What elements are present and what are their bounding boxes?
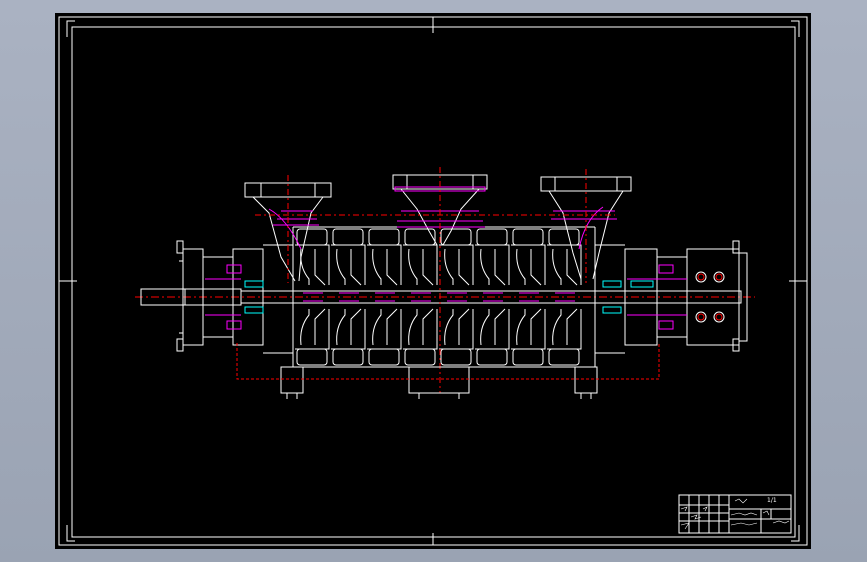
pump-assembly-drawing bbox=[58, 16, 808, 546]
stage-ring-bottom-6 bbox=[512, 348, 544, 366]
stage-upper-7 bbox=[547, 244, 582, 286]
stage-lower-3 bbox=[403, 308, 438, 350]
stage-ring-top-0 bbox=[296, 228, 328, 246]
stage-upper-1 bbox=[331, 244, 366, 286]
stage-lower-0 bbox=[295, 308, 330, 350]
stage-ring-top-4 bbox=[440, 228, 472, 246]
cad-viewport[interactable]: 1/1 bbox=[0, 0, 867, 562]
stage-ring-bottom-7 bbox=[548, 348, 580, 366]
stage-upper-5 bbox=[475, 244, 510, 286]
stage-ring-bottom-3 bbox=[404, 348, 436, 366]
stage-upper-2 bbox=[367, 244, 402, 286]
corner-trim-marks bbox=[66, 20, 800, 542]
stage-upper-3 bbox=[403, 244, 438, 286]
stage-ring-bottom-5 bbox=[476, 348, 508, 366]
stage-ring-top-2 bbox=[368, 228, 400, 246]
middle-nozzle-magenta bbox=[394, 186, 486, 228]
stage-ring-bottom-2 bbox=[368, 348, 400, 366]
drawing-sheet: 1/1 bbox=[55, 13, 811, 549]
stage-lower-2 bbox=[367, 308, 402, 350]
center-marks bbox=[59, 17, 807, 545]
stage-ring-top-7 bbox=[548, 228, 580, 246]
stage-ring-bottom-1 bbox=[332, 348, 364, 366]
support-feet bbox=[280, 366, 598, 399]
stage-lower-7 bbox=[547, 308, 582, 350]
stage-lower-6 bbox=[511, 308, 546, 350]
stage-upper-4 bbox=[439, 244, 474, 286]
balance-line bbox=[236, 343, 660, 380]
stage-ring-bottom-0 bbox=[296, 348, 328, 366]
outer-border bbox=[58, 16, 808, 546]
stage-lower-5 bbox=[475, 308, 510, 350]
stage-ring-top-1 bbox=[332, 228, 364, 246]
stage-lower-4 bbox=[439, 308, 474, 350]
discharge-nozzle-magenta bbox=[551, 206, 617, 250]
stage-lower-1 bbox=[331, 308, 366, 350]
stage-ring-top-6 bbox=[512, 228, 544, 246]
stage-ring-top-3 bbox=[404, 228, 436, 246]
drawing-number: 1/1 bbox=[767, 497, 777, 504]
stage-ring-top-5 bbox=[476, 228, 508, 246]
stage-ring-bottom-4 bbox=[440, 348, 472, 366]
stage-upper-6 bbox=[511, 244, 546, 286]
